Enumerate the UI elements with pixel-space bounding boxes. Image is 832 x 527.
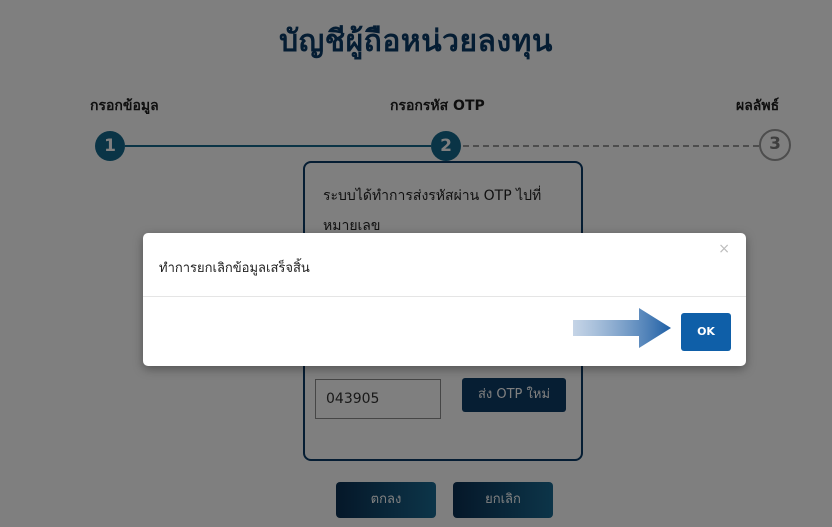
dialog-divider bbox=[143, 296, 746, 297]
ok-button[interactable]: OK bbox=[681, 313, 731, 351]
dialog-message: ทำการยกเลิกข้อมูลเสร็จสิ้น bbox=[159, 261, 310, 276]
close-icon[interactable]: × bbox=[718, 241, 730, 257]
arrow-right-icon bbox=[573, 308, 671, 348]
